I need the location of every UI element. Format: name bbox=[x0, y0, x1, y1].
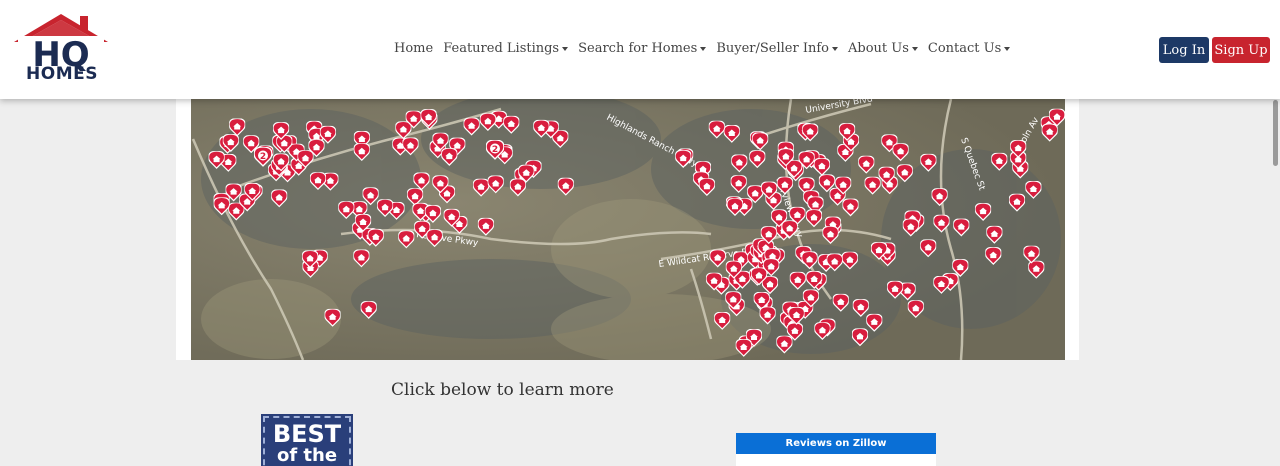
zillow-reviews-header: Reviews on Zillow bbox=[736, 433, 936, 454]
nav-buyer-seller-label: Buyer/Seller Info bbox=[716, 41, 829, 56]
nav-home[interactable]: Home bbox=[389, 41, 438, 56]
signup-button[interactable]: Sign Up bbox=[1212, 37, 1270, 63]
nav-home-label: Home bbox=[394, 41, 434, 56]
main-nav: Home Featured Listings Search for Homes … bbox=[389, 41, 1015, 56]
best-of-badge[interactable]: BEST of the bbox=[261, 414, 353, 466]
zillow-reviews-widget[interactable]: Reviews on Zillow bbox=[736, 433, 936, 466]
nav-featured-listings-label: Featured Listings bbox=[443, 41, 560, 56]
logo-wordmark: HOMES bbox=[26, 64, 98, 84]
chevron-down-icon bbox=[562, 46, 569, 51]
site-header: HQ HOMES Home Featured Listings Search f… bbox=[0, 0, 1280, 99]
chevron-down-icon bbox=[700, 46, 707, 51]
chevron-down-icon bbox=[1004, 46, 1011, 51]
cluster-count: 2 bbox=[260, 152, 266, 162]
nav-search-homes-label: Search for Homes bbox=[578, 41, 698, 56]
badge-line2: of the bbox=[276, 445, 338, 466]
nav-contact-us-label: Contact Us bbox=[927, 41, 1002, 56]
nav-about-us[interactable]: About Us bbox=[843, 41, 923, 56]
page-scrollbar[interactable] bbox=[1273, 100, 1278, 166]
chevron-down-icon bbox=[911, 46, 918, 51]
nav-featured-listings[interactable]: Featured Listings bbox=[438, 41, 573, 56]
nav-search-homes[interactable]: Search for Homes bbox=[573, 41, 711, 56]
badge-line1: BEST bbox=[272, 420, 342, 448]
cluster-count: 2 bbox=[492, 145, 498, 155]
learn-more-heading: Click below to learn more bbox=[391, 380, 614, 400]
nav-about-us-label: About Us bbox=[847, 41, 909, 56]
nav-buyer-seller-info[interactable]: Buyer/Seller Info bbox=[711, 41, 843, 56]
nav-contact-us[interactable]: Contact Us bbox=[923, 41, 1015, 56]
chevron-down-icon bbox=[831, 46, 838, 51]
login-button[interactable]: Log In bbox=[1159, 37, 1209, 63]
listings-map[interactable]: Reserve Pkwy Highlands Ranch Pkwy Fairvi… bbox=[191, 99, 1065, 360]
